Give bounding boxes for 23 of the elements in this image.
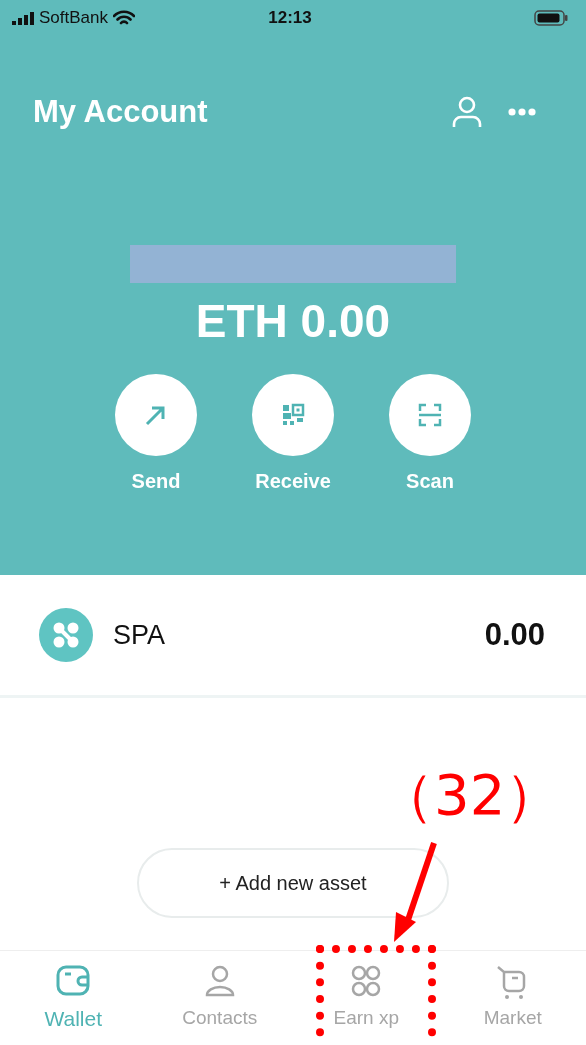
clock-time: 12:13 [267, 8, 313, 28]
balance-amount: ETH 0.00 [195, 294, 391, 348]
asset-name: SPA [113, 619, 167, 651]
add-asset-button[interactable]: + Add new asset [137, 848, 449, 918]
signal-icon [12, 11, 34, 25]
action-label: Receive [255, 470, 331, 493]
qr-code-icon [281, 403, 305, 427]
annotation-label: （32） [378, 761, 562, 829]
carrier-name: SoftBank [39, 8, 108, 28]
battery-icon [534, 10, 568, 26]
token-icon [39, 608, 93, 662]
page-title: My Account [33, 94, 209, 130]
action-label: Send [131, 470, 181, 493]
tab[interactable]: Contacts [146, 951, 293, 1045]
action-label: Scan [406, 470, 454, 493]
asset-amount: 0.00 [484, 617, 545, 653]
profile-icon[interactable] [452, 96, 482, 128]
tab[interactable]: Wallet [0, 951, 147, 1045]
wifi-icon [113, 10, 135, 26]
tab[interactable]: Earn xp [293, 951, 440, 1045]
tab[interactable]: Market [439, 951, 586, 1045]
scan-icon [418, 403, 442, 427]
more-icon[interactable] [508, 108, 536, 116]
